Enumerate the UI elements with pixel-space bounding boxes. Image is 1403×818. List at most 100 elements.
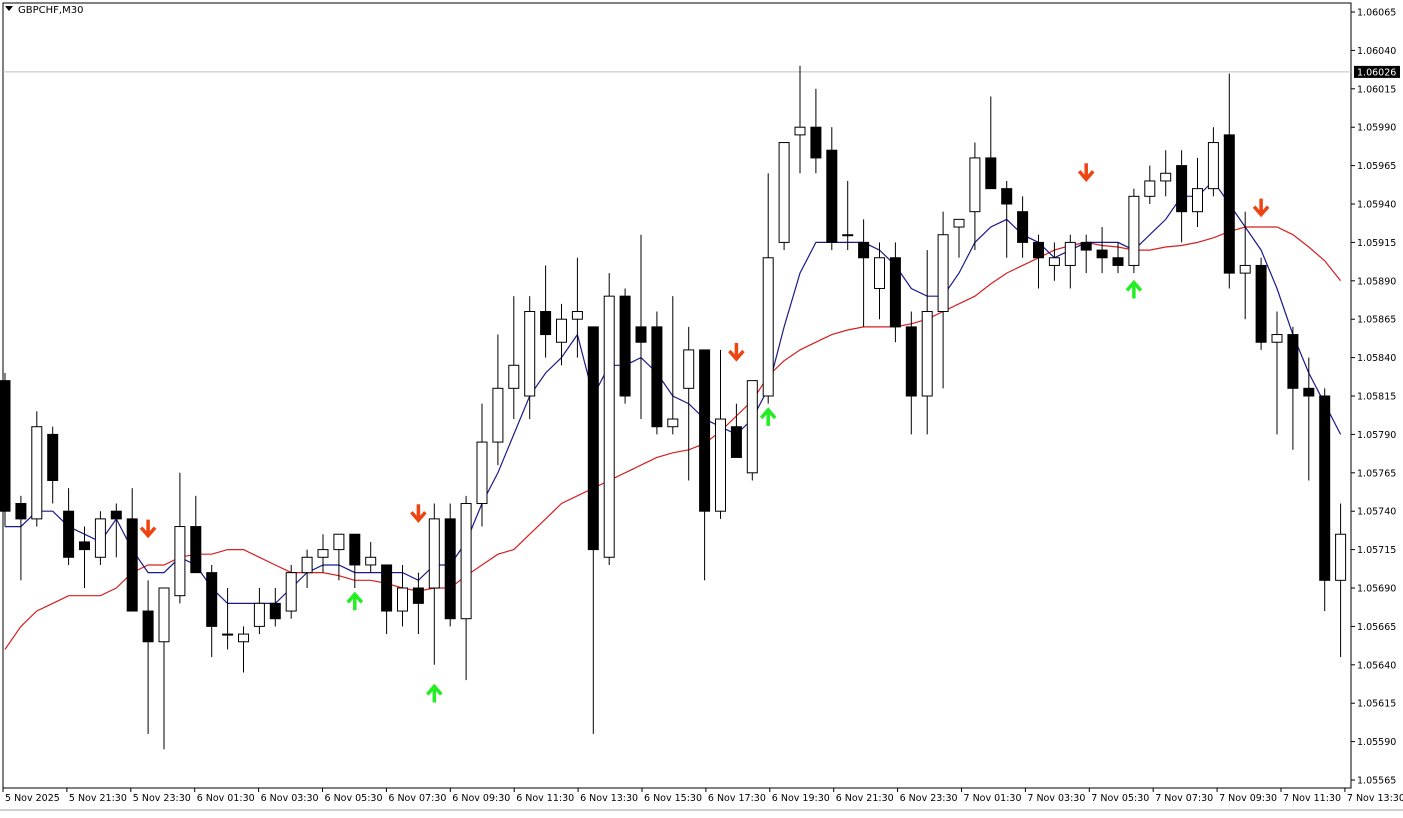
bear-candle-body xyxy=(540,311,552,336)
bear-candle-body xyxy=(985,157,997,190)
bull-candle-body xyxy=(1271,334,1283,343)
bear-candle-body xyxy=(1223,134,1235,274)
bull-candle-body xyxy=(969,157,981,213)
y-tick-label: 1.05665 xyxy=(1357,622,1396,633)
y-tick-label: 1.05765 xyxy=(1357,468,1396,479)
bear-candle-body xyxy=(0,380,11,512)
bull-candle-body xyxy=(333,533,345,551)
symbol-title: GBPCHF,M30 xyxy=(18,5,84,16)
y-tick-label: 1.05715 xyxy=(1357,545,1396,556)
bull-candle-body xyxy=(94,518,106,558)
bull-candle-body xyxy=(1207,142,1219,190)
candle xyxy=(619,288,631,404)
bull-candle-body xyxy=(365,556,377,566)
bear-candle-body xyxy=(1112,257,1124,266)
y-tick-label: 1.05790 xyxy=(1357,430,1396,441)
bear-candle-body xyxy=(444,518,456,620)
price-chart[interactable]: 1.06065 1.06040 1.06015 1.05990 1.05965 1.059… xyxy=(0,0,1403,814)
bull-candle-body xyxy=(508,364,520,389)
bull-candle-body xyxy=(317,549,329,558)
bull-candle-body xyxy=(603,295,615,558)
bear-candle-body xyxy=(142,610,154,643)
bull-candle-body xyxy=(238,633,249,643)
bull-candle-body xyxy=(746,380,758,474)
y-tick-label: 1.05815 xyxy=(1357,392,1396,403)
bull-candle-body xyxy=(492,387,504,443)
bear-candle-body xyxy=(1017,211,1029,243)
bull-candle-body xyxy=(1160,172,1172,182)
bear-candle-body xyxy=(412,587,424,604)
chart-menu-icon[interactable] xyxy=(5,6,13,11)
y-tick-label: 1.05915 xyxy=(1357,238,1396,249)
y-tick-label: 1.05590 xyxy=(1357,737,1396,748)
y-tick-label: 1.05565 xyxy=(1357,776,1396,787)
y-tick-label: 1.05990 xyxy=(1357,123,1396,134)
bull-candle-body xyxy=(222,633,234,636)
bear-candle-body xyxy=(269,602,281,620)
x-tick-label: 6 Nov 15:30 xyxy=(644,793,702,804)
bull-candle-body xyxy=(571,311,583,320)
bear-candle-body xyxy=(635,326,647,343)
bull-candle-body xyxy=(874,257,885,289)
x-tick-label: 5 Nov 21:30 xyxy=(69,793,127,804)
bull-candle-body xyxy=(953,218,965,228)
y-tick-label: 1.05640 xyxy=(1357,660,1396,671)
bear-candle-body xyxy=(1255,264,1267,343)
bull-candle-body xyxy=(253,602,265,627)
bear-candle-body xyxy=(206,572,218,627)
x-tick-label: 6 Nov 09:30 xyxy=(452,793,510,804)
y-tick-label: 1.05940 xyxy=(1357,200,1396,211)
x-tick-label: 7 Nov 13:30 xyxy=(1347,793,1403,804)
bull-candle-body xyxy=(937,234,949,313)
y-tick-label: 1.05865 xyxy=(1357,315,1396,326)
x-tick-label: 6 Nov 23:30 xyxy=(900,793,958,804)
bear-candle-body xyxy=(651,326,663,428)
plot-area xyxy=(2,2,1352,789)
candle xyxy=(1255,257,1267,350)
candle xyxy=(778,142,790,251)
candle xyxy=(651,311,663,435)
bear-candle-body xyxy=(1319,395,1331,581)
bear-candle-body xyxy=(110,510,122,520)
x-tick-label: 6 Nov 03:30 xyxy=(261,793,319,804)
bull-candle-body xyxy=(301,556,313,574)
current-price-label: 1.06026 xyxy=(1357,67,1396,78)
bear-candle-body xyxy=(79,541,90,551)
y-tick-label: 1.05840 xyxy=(1357,353,1396,364)
candle xyxy=(285,564,297,619)
x-tick-label: 6 Nov 17:30 xyxy=(708,793,766,804)
bear-candle-body xyxy=(699,349,711,512)
bull-candle-body xyxy=(1144,180,1156,197)
candle xyxy=(94,511,106,565)
candle xyxy=(0,372,11,527)
x-tick-label: 5 Nov 23:30 xyxy=(133,793,191,804)
x-tick-label: 7 Nov 03:30 xyxy=(1027,793,1085,804)
candle xyxy=(444,503,456,627)
bull-candle-body xyxy=(715,418,726,512)
bull-candle-body xyxy=(428,518,440,589)
bear-candle-body xyxy=(15,503,27,520)
candle xyxy=(889,242,901,343)
y-tick-label: 1.05890 xyxy=(1357,276,1396,287)
bull-candle-body xyxy=(174,526,186,597)
x-tick-label: 6 Nov 13:30 xyxy=(580,793,638,804)
bull-candle-body xyxy=(476,441,488,505)
y-tick-label: 1.06065 xyxy=(1357,8,1396,19)
bear-candle-body xyxy=(1001,188,1013,205)
y-tick-label: 1.05690 xyxy=(1357,584,1396,595)
bear-candle-body xyxy=(126,518,138,612)
time-axis: 5 Nov 2025 5 Nov 21:30 5 Nov 23:30 6 Nov 01… xyxy=(2,788,1403,804)
y-tick-label: 1.06040 xyxy=(1357,46,1396,57)
bull-candle-body xyxy=(683,349,695,389)
x-tick-label: 7 Nov 05:30 xyxy=(1091,793,1149,804)
bull-candle-body xyxy=(842,234,854,237)
x-tick-label: 7 Nov 11:30 xyxy=(1283,793,1341,804)
x-tick-label: 6 Nov 07:30 xyxy=(388,793,446,804)
bull-candle-body xyxy=(921,311,933,397)
bear-candle-body xyxy=(1303,387,1315,397)
y-tick-label: 1.05740 xyxy=(1357,507,1396,518)
bull-candle-body xyxy=(667,418,679,428)
bull-candle-body xyxy=(1064,241,1076,266)
bear-candle-body xyxy=(349,533,361,566)
y-tick-label: 1.05965 xyxy=(1357,161,1396,172)
